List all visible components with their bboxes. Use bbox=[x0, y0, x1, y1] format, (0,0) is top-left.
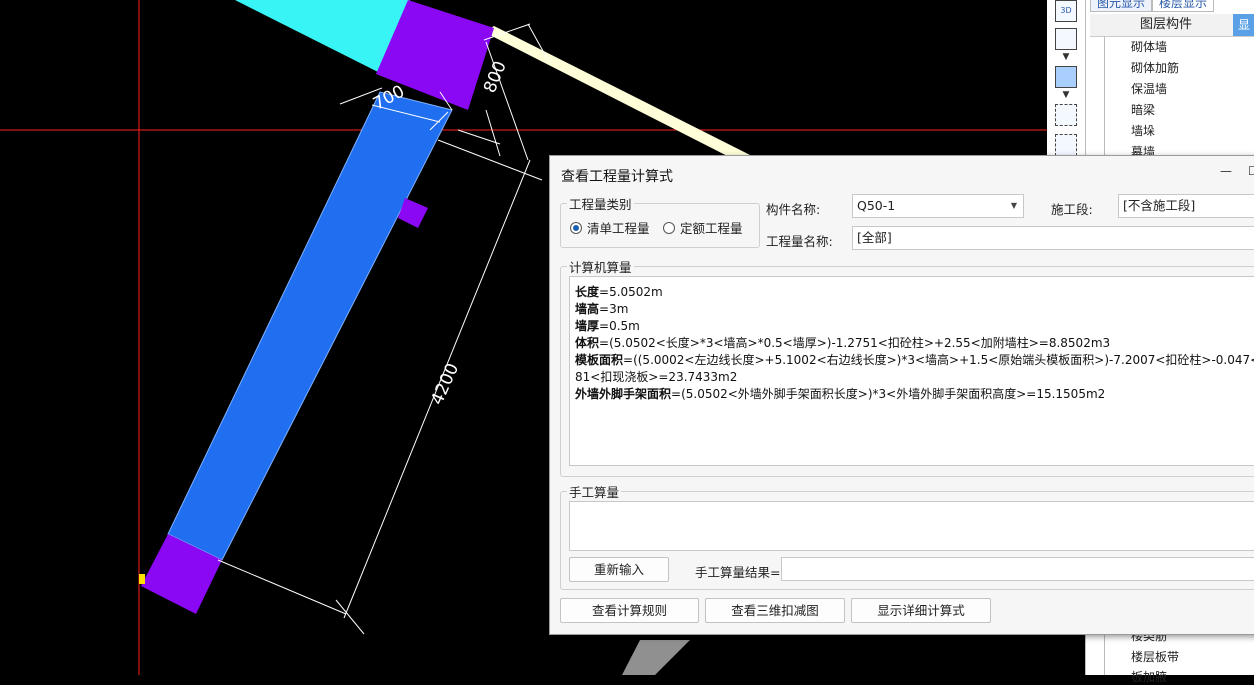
dim-label-800: 800 bbox=[480, 58, 511, 96]
tab-element-display[interactable]: 图元显示 bbox=[1090, 0, 1153, 12]
quantity-category-legend: 工程量类别 bbox=[569, 197, 632, 212]
minimize-button[interactable]: — bbox=[1220, 164, 1232, 178]
calc-line: 长度=5.0502m bbox=[575, 285, 663, 299]
quantity-name-select[interactable]: [全部] bbox=[852, 226, 1254, 250]
chevron-down-icon[interactable]: ▼ bbox=[1055, 52, 1077, 62]
fit-view-icon[interactable] bbox=[1055, 104, 1077, 126]
dialog-title: 查看工程量计算式 bbox=[561, 169, 673, 185]
reenter-button[interactable]: 重新输入 bbox=[569, 557, 669, 582]
cube-outline-icon[interactable] bbox=[1055, 28, 1077, 50]
radio-checked-icon bbox=[570, 221, 582, 234]
layer-item[interactable]: 板加腋 bbox=[1131, 668, 1167, 685]
radio-quota-label: 定额工程量 bbox=[680, 221, 743, 236]
box-select-icon[interactable] bbox=[1055, 134, 1077, 156]
computer-calc-output[interactable]: 长度=5.0502m 墙高=3m 墙厚=0.5m 体积=(5.0502<长度>*… bbox=[569, 276, 1254, 466]
layer-header-display: 显 bbox=[1233, 14, 1254, 36]
calc-line: 模板面积=((5.0002<左边线长度>+5.1002<右边线长度>)*3<墙高… bbox=[575, 353, 1254, 367]
radio-list-label: 清单工程量 bbox=[587, 221, 650, 236]
calc-line: 外墙外脚手架面积=(5.0502<外墙外脚手架面积长度>)*3<外墙外脚手架面积… bbox=[575, 387, 1106, 401]
cube-filled-icon[interactable] bbox=[1055, 66, 1077, 88]
calc-line: 体积=(5.0502<长度>*3<墙高>*0.5<墙厚>)-1.2751<扣砼柱… bbox=[575, 336, 1111, 350]
component-name-select[interactable]: Q50-1 ▼ bbox=[852, 194, 1024, 218]
calc-line: 81<扣现浇板>=23.7433m2 bbox=[575, 370, 738, 384]
dim-label-4200: 4200 bbox=[427, 360, 463, 408]
wall-light-yellow[interactable] bbox=[484, 26, 760, 165]
layer-table-header: 图层构件 显 bbox=[1090, 14, 1254, 37]
quantity-formula-dialog: 查看工程量计算式 — ☐ 工程量类别 清单工程量 定额工程量 构件名称: Q50… bbox=[549, 155, 1254, 635]
layer-item[interactable]: 保温墙 bbox=[1131, 80, 1167, 97]
wall-blue[interactable] bbox=[167, 91, 453, 561]
manual-calc-legend: 手工算量 bbox=[569, 485, 620, 500]
marker-yellow bbox=[139, 574, 145, 584]
tab-floor-display[interactable]: 楼层显示 bbox=[1152, 0, 1215, 12]
calc-line: 墙厚=0.5m bbox=[575, 319, 640, 333]
calc-line: 墙高=3m bbox=[575, 302, 629, 316]
quantity-name-value: [全部] bbox=[857, 230, 892, 245]
radio-unchecked-icon bbox=[663, 221, 675, 234]
quantity-name-label: 工程量名称: bbox=[766, 234, 833, 249]
3d-view-icon[interactable]: 3D bbox=[1055, 0, 1077, 22]
construction-stage-value: [不含施工段] bbox=[1123, 198, 1196, 213]
maximize-button[interactable]: ☐ bbox=[1248, 164, 1254, 178]
layer-item[interactable]: 墙垛 bbox=[1131, 122, 1155, 139]
computer-calc-legend: 计算机算量 bbox=[569, 260, 632, 275]
show-detail-formula-button[interactable]: 显示详细计算式 bbox=[851, 598, 991, 623]
chevron-down-icon: ▼ bbox=[1010, 201, 1017, 210]
layer-header-label: 图层构件 bbox=[1140, 17, 1193, 32]
wall-grey[interactable] bbox=[622, 640, 690, 675]
construction-stage-label: 施工段: bbox=[1051, 202, 1093, 217]
construction-stage-select[interactable]: [不含施工段] bbox=[1118, 194, 1254, 218]
view-3d-deduction-button[interactable]: 查看三维扣减图 bbox=[705, 598, 845, 623]
layer-item[interactable]: 暗梁 bbox=[1131, 101, 1155, 118]
radio-list-quantity[interactable]: 清单工程量 bbox=[570, 218, 650, 237]
radio-quota-quantity[interactable]: 定额工程量 bbox=[663, 218, 743, 237]
chevron-down-icon[interactable]: ▼ bbox=[1055, 90, 1077, 100]
manual-calc-input[interactable] bbox=[569, 501, 1254, 551]
layer-item[interactable]: 砌体墙 bbox=[1131, 38, 1167, 55]
manual-result-label: 手工算量结果= bbox=[695, 565, 781, 580]
view-rules-button[interactable]: 查看计算规则 bbox=[560, 598, 699, 623]
component-name-label: 构件名称: bbox=[766, 202, 821, 217]
view-toolbar: 3D ▼ ▼ bbox=[1047, 0, 1085, 160]
component-name-value: Q50-1 bbox=[857, 198, 896, 213]
layer-item[interactable]: 楼层板带 bbox=[1131, 648, 1179, 665]
layer-item[interactable]: 砌体加筋 bbox=[1131, 59, 1179, 76]
manual-result-field[interactable] bbox=[781, 557, 1254, 581]
